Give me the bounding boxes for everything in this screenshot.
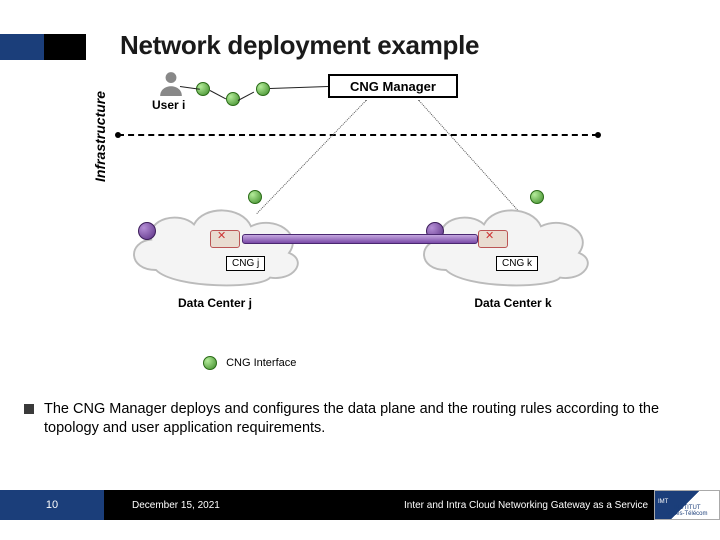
header-accent-blue <box>0 34 44 60</box>
user-icon <box>158 70 184 96</box>
user-label: User i <box>152 98 185 112</box>
interface-dot <box>530 190 544 204</box>
interface-dot-icon <box>203 356 217 370</box>
connector-line <box>270 86 328 89</box>
boundary-dashed-line <box>118 134 598 136</box>
slide-number: 10 <box>0 490 104 520</box>
data-plane-link <box>242 234 478 244</box>
cng-k-label: CNG k <box>496 256 538 271</box>
cng-manager-box: CNG Manager <box>328 74 458 98</box>
router-icon <box>210 230 240 248</box>
cng-j-label: CNG j <box>226 256 265 271</box>
interface-dot <box>256 82 270 96</box>
institute-logo: IMT INSTITUT Mines-Télécom <box>654 490 720 520</box>
footer-topic: Inter and Intra Cloud Networking Gateway… <box>364 490 654 520</box>
bullet-list: The CNG Manager deploys and configures t… <box>24 400 696 438</box>
header-accent-black <box>44 34 86 60</box>
footer-date: December 15, 2021 <box>104 490 364 520</box>
connector-line <box>238 92 254 101</box>
router-icon <box>478 230 508 248</box>
slide-title: Network deployment example <box>120 30 479 61</box>
bullet-text: The CNG Manager deploys and configures t… <box>44 400 696 438</box>
bullet-item: The CNG Manager deploys and configures t… <box>24 400 696 438</box>
footer: 10 December 15, 2021 Inter and Intra Clo… <box>0 490 720 520</box>
network-diagram: CNG Manager User i Infrastructure CNG j … <box>118 74 598 364</box>
datacenter-j-label: Data Center j <box>140 296 290 310</box>
logo-line2: Mines-Télécom <box>666 511 707 517</box>
infrastructure-label: Infrastructure <box>92 91 108 182</box>
interface-dot <box>248 190 262 204</box>
legend-text: CNG Interface <box>226 357 296 369</box>
datacenter-k-label: Data Center k <box>438 296 588 310</box>
logo-top-text: IMT <box>655 497 668 505</box>
connector-line <box>210 90 226 99</box>
bullet-square-icon <box>24 404 34 414</box>
cng-node <box>138 222 156 240</box>
legend: CNG Interface <box>203 356 296 370</box>
